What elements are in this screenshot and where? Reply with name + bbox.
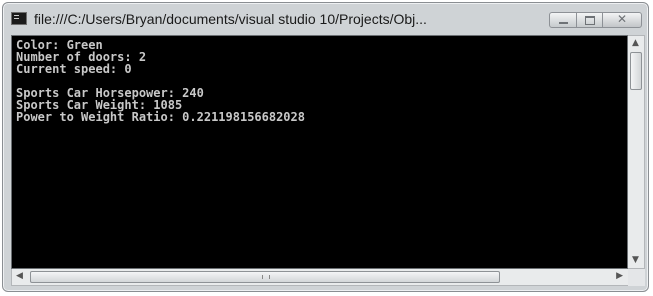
close-icon: ✕ (616, 12, 628, 26)
scroll-left-arrow-icon[interactable]: ◀ (16, 272, 23, 281)
minimize-button[interactable] (549, 12, 577, 28)
resize-grip[interactable] (628, 269, 645, 286)
scroll-down-arrow-icon[interactable]: ▼ (632, 256, 639, 265)
window-title: file:///C:/Users/Bryan/documents/visual … (34, 11, 427, 27)
vertical-scroll-thumb[interactable] (630, 52, 642, 90)
close-button[interactable]: ✕ (602, 12, 642, 28)
console-line: Current speed: 0 (16, 62, 132, 76)
scroll-right-arrow-icon[interactable]: ▶ (616, 272, 623, 281)
console-app-icon[interactable] (11, 12, 27, 25)
scroll-up-arrow-icon[interactable]: ▲ (632, 39, 639, 48)
console-line: Power to Weight Ratio: 0.221198156682028 (16, 110, 305, 124)
console-output[interactable]: Color: Green Number of doors: 2 Current … (11, 35, 628, 269)
horizontal-scrollbar[interactable]: ◀ ▶ (11, 269, 628, 286)
console-window: file:///C:/Users/Bryan/documents/visual … (2, 2, 649, 292)
maximize-button[interactable] (576, 12, 603, 28)
horizontal-scroll-thumb[interactable] (30, 271, 500, 283)
grip-icon (262, 275, 270, 279)
vertical-scrollbar[interactable]: ▲ ▼ (628, 35, 645, 269)
title-bar[interactable]: file:///C:/Users/Bryan/documents/visual … (3, 3, 648, 33)
